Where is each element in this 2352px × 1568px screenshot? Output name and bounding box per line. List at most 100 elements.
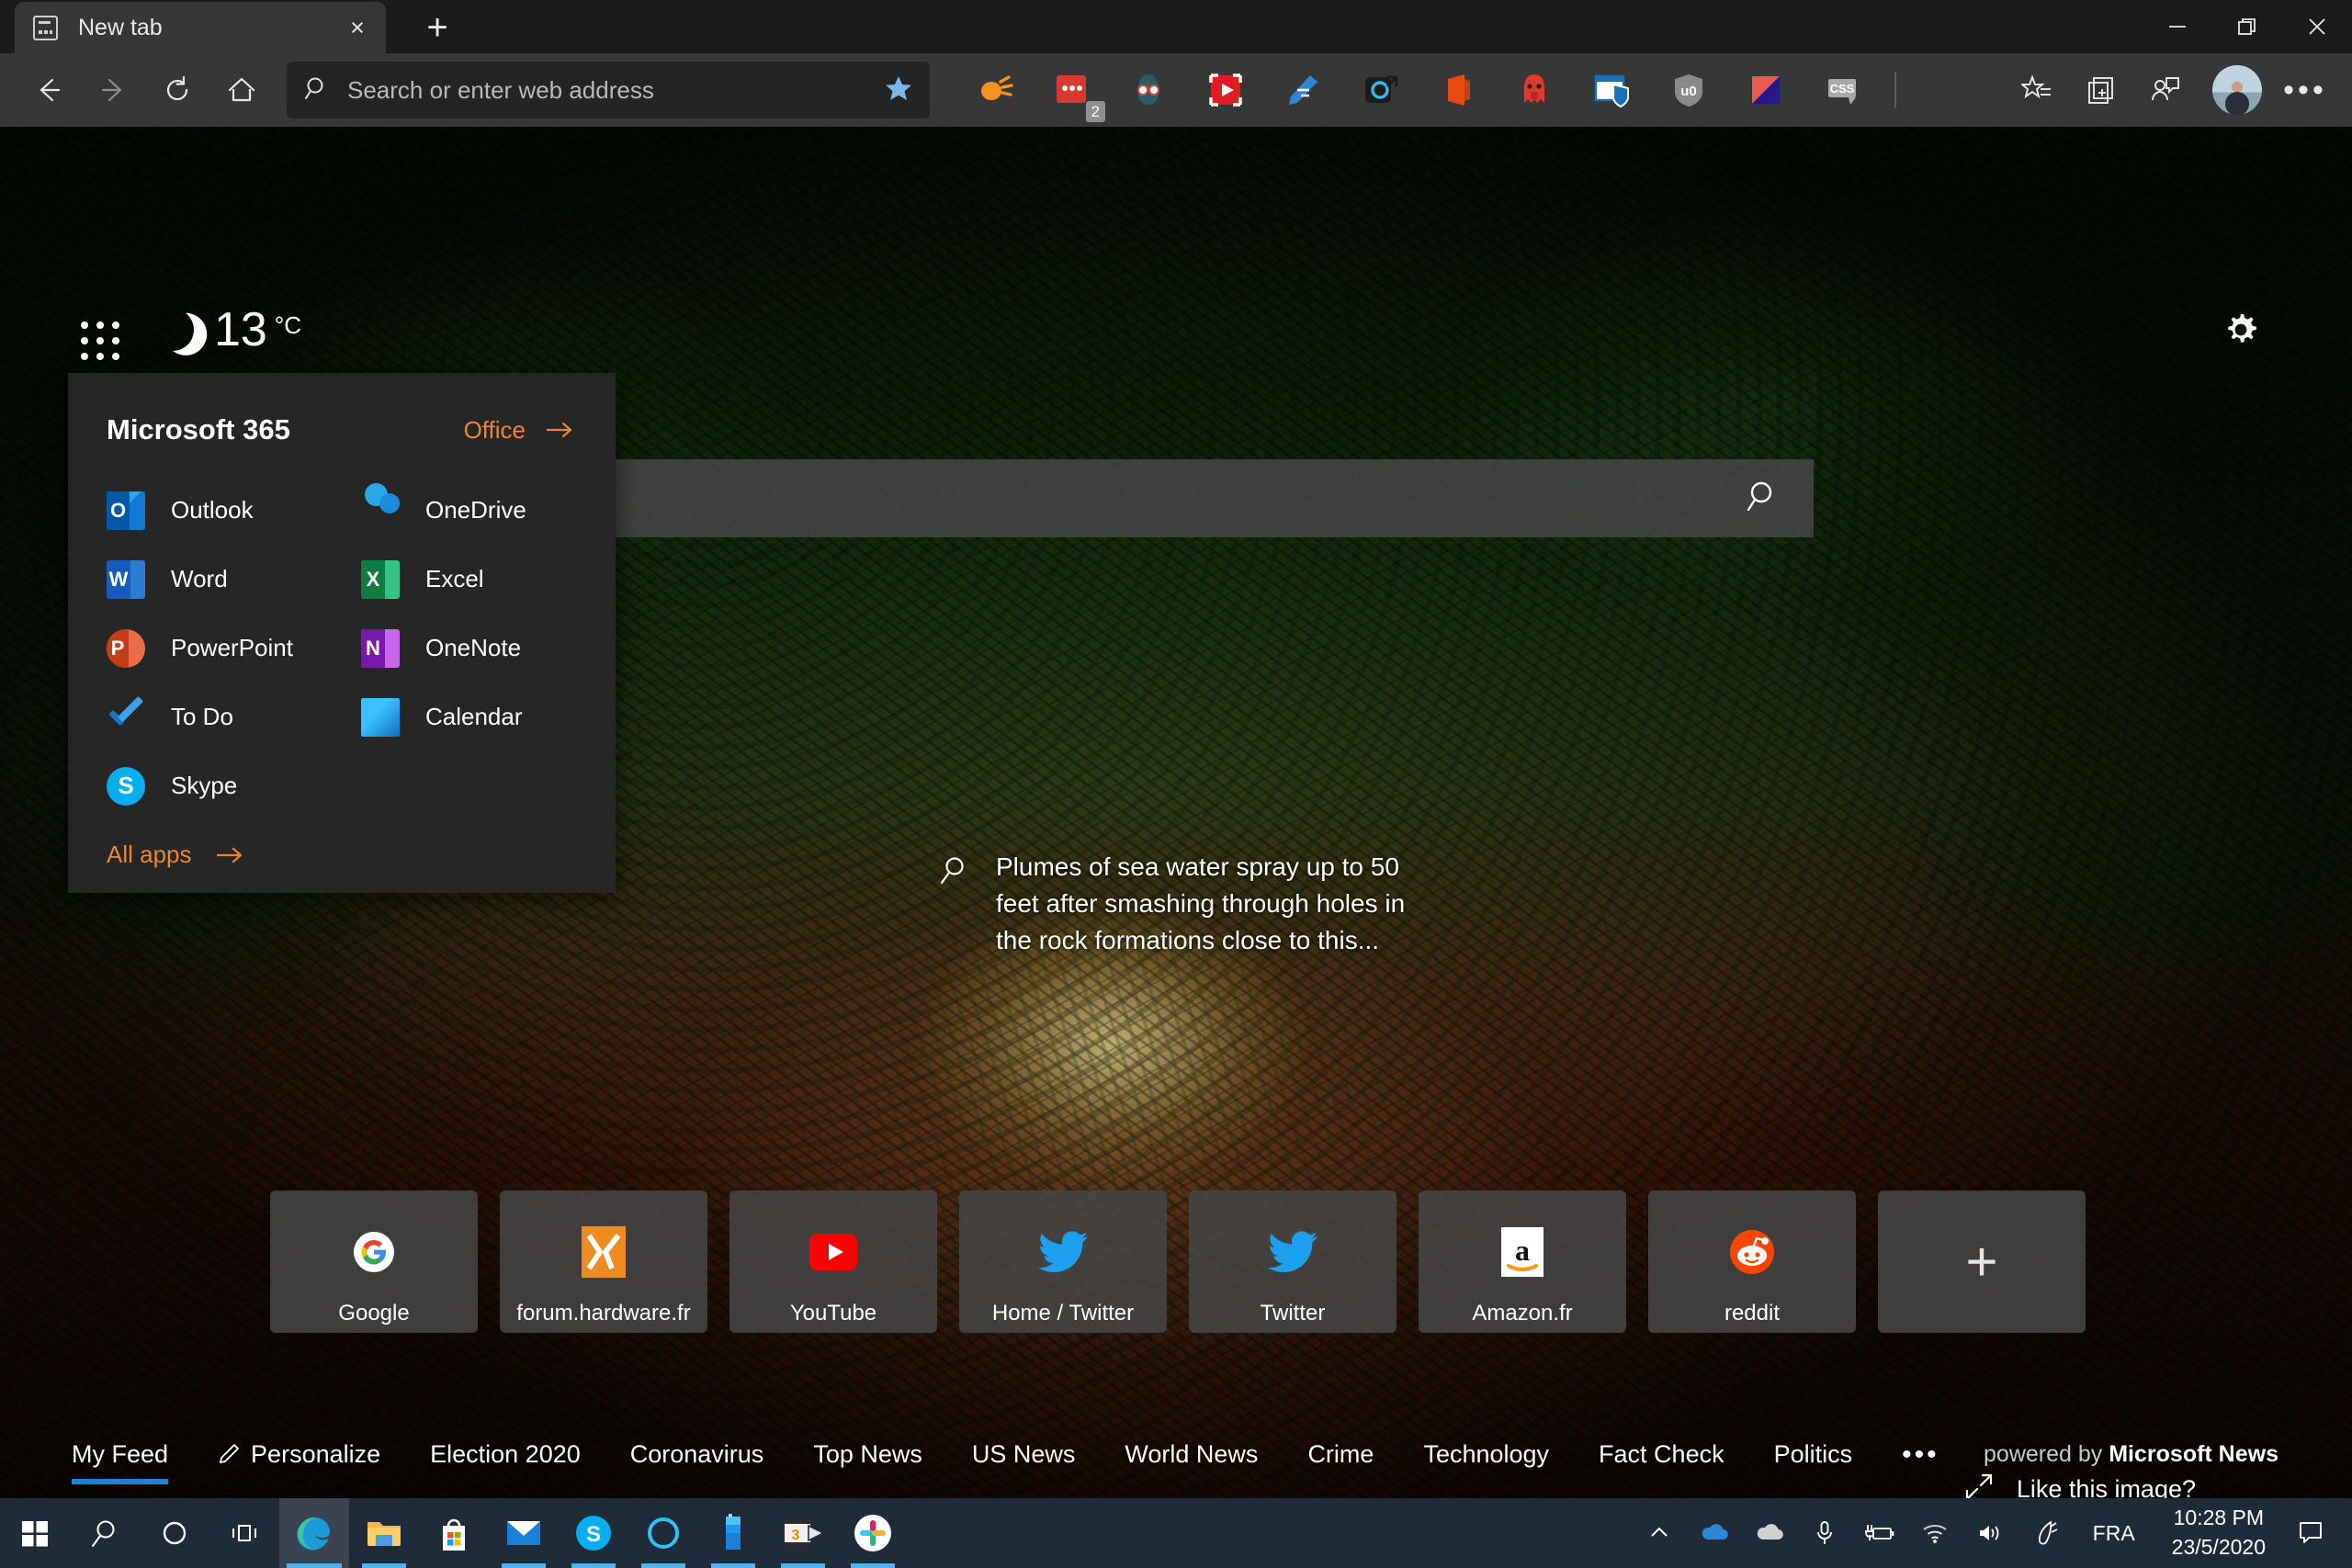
add-quick-link-tile[interactable]: +	[1878, 1190, 2086, 1333]
home-icon[interactable]	[213, 62, 270, 118]
privacy-badger-extension-icon[interactable]	[1508, 63, 1561, 117]
all-apps-link[interactable]: All apps	[68, 840, 616, 869]
quick-link-tile[interactable]: reddit	[1648, 1190, 1856, 1333]
office-link[interactable]: Office	[464, 416, 573, 445]
news-tab-technology[interactable]: Technology	[1423, 1440, 1549, 1469]
quick-link-label: YouTube	[790, 1301, 876, 1326]
maximize-restore-button[interactable]	[2212, 0, 2282, 53]
microsoft-store-button[interactable]	[419, 1498, 489, 1568]
app-item-skype[interactable]: Skype	[86, 751, 341, 820]
skype-button[interactable]: S	[559, 1498, 628, 1568]
edge-translate-extension-icon[interactable]	[1353, 63, 1407, 117]
news-tab-crime[interactable]: Crime	[1307, 1440, 1374, 1469]
minimize-button[interactable]	[2143, 0, 2212, 53]
pen-workspace-icon[interactable]	[2018, 1498, 2073, 1568]
battery-charging-icon[interactable]	[1852, 1498, 1907, 1568]
app-item-word[interactable]: Word	[86, 545, 341, 614]
pocket-extension-icon[interactable]: 2	[1045, 63, 1098, 117]
app-item-onedrive[interactable]: OneDrive	[341, 476, 595, 545]
quick-link-tile[interactable]: Home / Twitter	[959, 1190, 1167, 1333]
share-person-icon[interactable]	[2137, 62, 2194, 118]
forward-arrow-icon[interactable]	[85, 62, 141, 118]
onedrive-business-icon[interactable]	[1742, 1498, 1797, 1568]
news-tab-world-news[interactable]: World News	[1125, 1440, 1258, 1469]
mail-button[interactable]	[489, 1498, 559, 1568]
news-tab-politics[interactable]: Politics	[1774, 1440, 1853, 1469]
app-item-calendar[interactable]: Calendar	[341, 682, 595, 751]
slack-button[interactable]	[838, 1498, 908, 1568]
app-item-todo[interactable]: To Do	[86, 682, 341, 751]
browser-tab[interactable]: New tab ×	[15, 2, 386, 53]
movie-maker-button[interactable]: 3	[768, 1498, 838, 1568]
quick-link-label: Twitter	[1261, 1301, 1326, 1326]
app-item-onenote[interactable]: OneNote	[341, 614, 595, 682]
quick-link-tile[interactable]: Twitter	[1189, 1190, 1396, 1333]
cortana-app-button[interactable]	[628, 1498, 698, 1568]
app-launcher-grid-icon[interactable]	[81, 321, 121, 362]
powerpoint-icon	[107, 629, 145, 668]
arrow-right-icon	[546, 421, 573, 439]
microsoft-edge-button[interactable]	[279, 1498, 349, 1568]
start-button[interactable]	[0, 1498, 70, 1568]
photos-button[interactable]	[698, 1498, 768, 1568]
clock[interactable]: 10:28 PM 23/5/2020	[2155, 1504, 2282, 1562]
image-search-icon[interactable]	[937, 854, 968, 890]
quick-link-tile[interactable]: Google	[270, 1190, 478, 1333]
weather-widget[interactable]: 13 °C	[152, 306, 301, 354]
css-extension-icon[interactable]: CSS	[1816, 63, 1870, 117]
grammar-extension-icon[interactable]	[1276, 63, 1329, 117]
favorites-star-list-icon[interactable]	[2008, 62, 2065, 118]
app-item-excel[interactable]: Excel	[341, 545, 595, 614]
honey-extension-icon[interactable]	[967, 63, 1021, 117]
quick-link-tile[interactable]: YouTube	[729, 1190, 937, 1333]
app-item-outlook[interactable]: Outlook	[86, 476, 341, 545]
refresh-icon[interactable]	[149, 62, 206, 118]
news-tab-label: World News	[1125, 1440, 1258, 1469]
quick-link-tile[interactable]: forum.hardware.fr	[500, 1190, 707, 1333]
onedrive-personal-icon[interactable]	[1687, 1498, 1742, 1568]
news-tab-fact-check[interactable]: Fact Check	[1599, 1440, 1724, 1469]
wifi-icon[interactable]	[1907, 1498, 1962, 1568]
page-settings-gear-icon[interactable]	[2220, 310, 2262, 353]
news-more-button[interactable]: •••	[1902, 1448, 1939, 1461]
address-bar[interactable]: Search or enter web address	[287, 62, 930, 118]
new-tab-button[interactable]: +	[415, 7, 459, 48]
close-tab-icon[interactable]: ×	[336, 6, 379, 49]
search-icon[interactable]	[1744, 477, 1782, 520]
cortana-button[interactable]	[140, 1498, 209, 1568]
news-tab-us-news[interactable]: US News	[972, 1440, 1076, 1469]
news-tab-election-2020[interactable]: Election 2020	[430, 1440, 581, 1469]
microphone-icon[interactable]	[1797, 1498, 1852, 1568]
news-tab-label: Coronavirus	[630, 1440, 764, 1469]
news-tab-my-feed[interactable]: My Feed	[72, 1440, 168, 1469]
star-icon[interactable]	[884, 73, 913, 107]
news-tab-coronavirus[interactable]: Coronavirus	[630, 1440, 764, 1469]
close-window-button[interactable]	[2282, 0, 2352, 53]
app-item-label: PowerPoint	[171, 634, 293, 662]
search-button[interactable]	[70, 1498, 140, 1568]
file-explorer-button[interactable]	[349, 1498, 419, 1568]
show-hidden-icons-chevron[interactable]	[1632, 1498, 1687, 1568]
collections-icon[interactable]	[2073, 62, 2130, 118]
onenote-icon	[361, 629, 400, 668]
ublock-origin-extension-icon[interactable]: u0	[1662, 63, 1715, 117]
more-settings-icon[interactable]: •••	[2277, 62, 2334, 118]
news-tab-personalize[interactable]: Personalize	[218, 1440, 380, 1469]
news-tab-top-news[interactable]: Top News	[813, 1440, 922, 1469]
windows-defender-extension-icon[interactable]	[1585, 63, 1638, 117]
color-extension-icon[interactable]	[1739, 63, 1792, 117]
back-arrow-icon[interactable]	[20, 62, 77, 118]
profile-avatar[interactable]	[2212, 65, 2262, 115]
ninja-extension-icon[interactable]	[1122, 63, 1175, 117]
task-view-button[interactable]	[209, 1498, 279, 1568]
volume-icon[interactable]	[1962, 1498, 2018, 1568]
address-input[interactable]: Search or enter web address	[347, 76, 884, 105]
video-downloader-extension-icon[interactable]	[1199, 63, 1252, 117]
action-center-icon[interactable]	[2282, 1498, 2339, 1568]
app-item-powerpoint[interactable]: PowerPoint	[86, 614, 341, 682]
input-language-indicator[interactable]: FRA	[2073, 1521, 2155, 1546]
quick-link-tile[interactable]: a Amazon.fr	[1419, 1190, 1626, 1333]
flyout-title: Microsoft 365	[107, 413, 290, 446]
image-caption[interactable]: Plumes of sea water spray up to 50 feet …	[937, 849, 1415, 958]
office-extension-icon[interactable]	[1430, 63, 1484, 117]
